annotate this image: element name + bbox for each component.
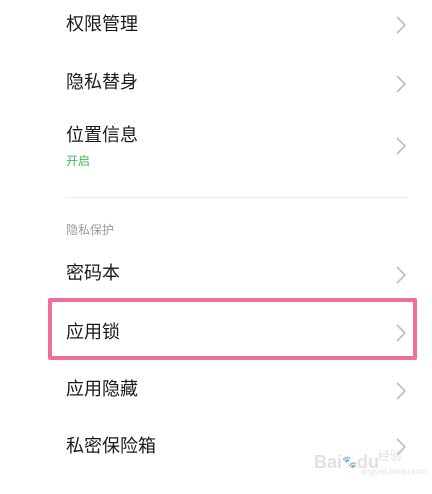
highlight-box xyxy=(48,298,417,360)
settings-item-permission-management[interactable]: 权限管理 xyxy=(66,10,408,40)
settings-item-password-book[interactable]: 密码本 xyxy=(66,259,408,289)
settings-item-label: 权限管理 xyxy=(66,14,138,35)
location-status-text: 开启 xyxy=(66,154,91,168)
chevron-right-icon xyxy=(394,15,408,35)
settings-item-label: 隐私替身 xyxy=(66,72,138,93)
baidu-watermark-logo: Bai🐾du 经验 jingyan.baidu.com xyxy=(314,448,426,478)
section-header-privacy-protection: 隐私保护 xyxy=(66,223,115,237)
privacy-settings-screen: 权限管理 隐私替身 位置信息 开启 隐私保护 密码本 应用锁 应用隐藏 私密保险… xyxy=(0,0,432,494)
chevron-right-icon xyxy=(394,265,408,285)
chevron-right-icon xyxy=(394,136,408,156)
settings-item-location-info[interactable]: 位置信息 开启 xyxy=(66,124,408,174)
settings-item-label: 应用隐藏 xyxy=(66,379,138,400)
settings-item-label: 密码本 xyxy=(66,263,120,284)
settings-item-privacy-stand-in[interactable]: 隐私替身 xyxy=(66,68,408,98)
chevron-right-icon xyxy=(394,74,408,94)
watermark-sub: 经验 xyxy=(378,449,403,463)
settings-item-label: 位置信息 xyxy=(66,125,138,146)
watermark-url: jingyan.baidu.com xyxy=(362,467,427,476)
chevron-right-icon xyxy=(394,381,408,401)
settings-item-label: 私密保险箱 xyxy=(66,436,156,457)
settings-item-app-hide[interactable]: 应用隐藏 xyxy=(66,375,408,405)
section-divider xyxy=(66,197,408,198)
